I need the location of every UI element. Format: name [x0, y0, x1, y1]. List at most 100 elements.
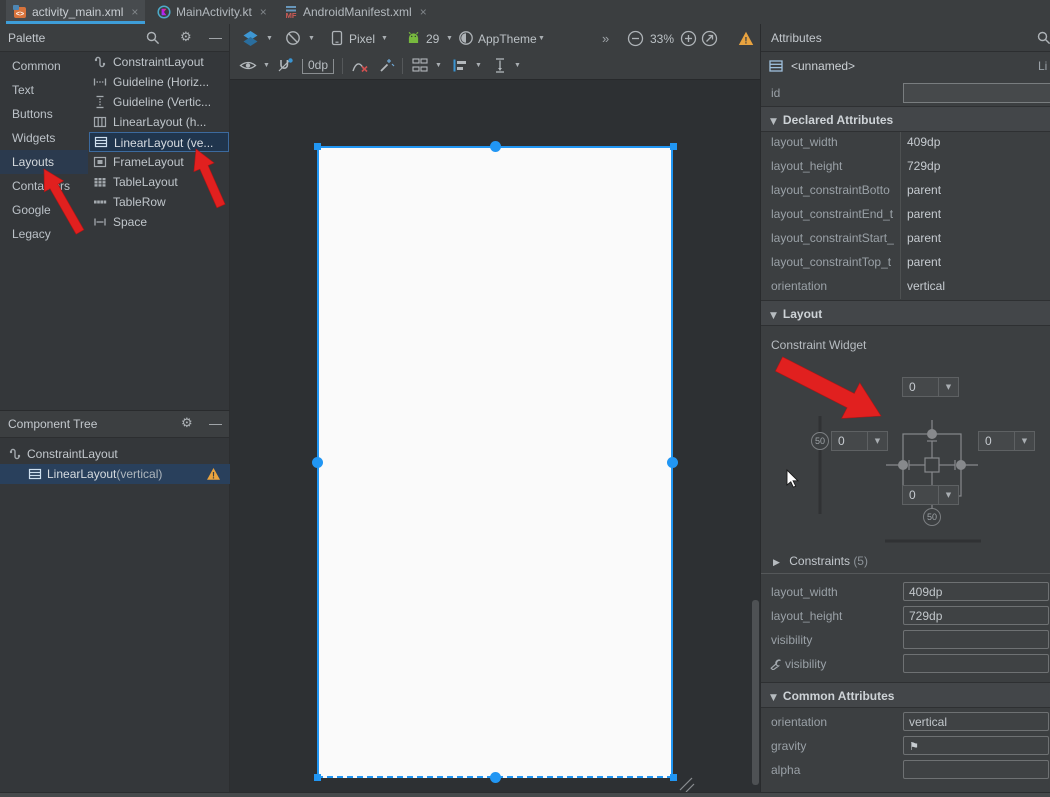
tab-close-icon[interactable]: × — [260, 5, 267, 19]
palette-item-tablerow[interactable]: TableRow — [89, 192, 229, 212]
visibility-field[interactable] — [903, 630, 1049, 649]
palette-item-constraintlayout[interactable]: ConstraintLayout — [89, 52, 229, 72]
palette-item-guideline-horizontal[interactable]: Guideline (Horiz... — [89, 72, 229, 92]
attribute-name: layout_constraintStart_ — [771, 226, 898, 250]
attribute-value[interactable]: parent — [907, 178, 941, 202]
linearlayout-vertical-icon — [94, 135, 108, 149]
palette-category-google[interactable]: Google — [0, 198, 88, 222]
device-selector[interactable]: Pixel — [349, 32, 375, 46]
selection-handle[interactable] — [670, 143, 677, 150]
design-surface-selector-icon[interactable] — [242, 30, 259, 47]
palette-category-legacy[interactable]: Legacy — [0, 222, 88, 246]
attribute-value[interactable]: parent — [907, 226, 941, 250]
section-declared-attributes[interactable]: ▼Declared Attributes — [761, 106, 1050, 132]
horizontal-bias-slider[interactable]: 50 — [923, 508, 941, 526]
warning-icon[interactable]: ! — [206, 467, 221, 481]
margin-end-dropdown[interactable]: 0▼ — [978, 431, 1035, 451]
id-field[interactable] — [903, 83, 1050, 103]
gear-icon[interactable]: ⚙ — [180, 30, 192, 45]
orientation-field[interactable]: vertical — [903, 712, 1049, 731]
zoom-in-icon[interactable] — [680, 30, 697, 47]
margin-bottom-dropdown[interactable]: 0▼ — [902, 485, 959, 505]
minimize-icon[interactable]: — — [209, 30, 222, 45]
alpha-field[interactable] — [903, 760, 1049, 779]
pack-icon[interactable] — [412, 58, 428, 73]
constraint-anchor-top[interactable] — [490, 141, 501, 152]
chevron-down-icon[interactable]: ▼ — [266, 35, 273, 42]
selection-handle[interactable] — [314, 143, 321, 150]
gear-icon[interactable]: ⚙ — [181, 416, 193, 431]
clear-constraints-icon[interactable] — [351, 58, 369, 74]
zoom-to-fit-icon[interactable] — [701, 30, 718, 47]
toolbar-overflow-chevrons[interactable]: » — [602, 31, 609, 46]
chevron-down-icon[interactable]: ▼ — [381, 35, 388, 42]
tree-item-linearlayout-vertical[interactable]: LinearLayout(vertical) ! — [0, 464, 230, 484]
selection-handle[interactable] — [314, 774, 321, 781]
autoconnect-off-magnet-icon[interactable] — [276, 57, 294, 75]
tab-activity-main-xml[interactable]: <> activity_main.xml × — [6, 0, 145, 24]
palette-category-text[interactable]: Text — [0, 78, 88, 102]
palette-item-guideline-vertical[interactable]: Guideline (Vertic... — [89, 92, 229, 112]
constraint-anchor-bottom[interactable] — [490, 772, 501, 783]
warnings-icon[interactable]: ! — [738, 31, 754, 46]
id-row: id — [761, 79, 1050, 106]
layout-width-field[interactable]: 409dp — [903, 582, 1049, 601]
margin-top-dropdown[interactable]: 0▼ — [902, 377, 959, 397]
chevron-down-icon[interactable]: ▼ — [263, 62, 270, 69]
palette-category-layouts[interactable]: Layouts — [0, 150, 88, 174]
palette-item-tablelayout[interactable]: TableLayout — [89, 172, 229, 192]
constraint-widget[interactable] — [761, 300, 1050, 560]
section-constraints[interactable]: ▶ Constraints (5) — [761, 548, 1050, 574]
api-level-selector[interactable]: 29 — [426, 32, 439, 46]
attribute-row: alpha — [761, 758, 1050, 782]
palette-category-containers[interactable]: Containers — [0, 174, 88, 198]
default-margin-button[interactable]: 0dp — [302, 59, 334, 74]
palette-item-space[interactable]: Space — [89, 212, 229, 232]
zoom-out-icon[interactable] — [627, 30, 644, 47]
orientation-selector-icon[interactable] — [285, 30, 301, 46]
align-icon[interactable] — [452, 58, 468, 73]
infer-constraints-wand-icon[interactable] — [378, 57, 395, 74]
palette-item-linearlayout-horizontal[interactable]: LinearLayout (h... — [89, 112, 229, 132]
flag-icon[interactable]: ⚑ — [909, 740, 919, 753]
constraint-anchor-start[interactable] — [312, 457, 323, 468]
attribute-name: layout_width — [771, 130, 898, 154]
device-canvas-linearlayout[interactable] — [317, 146, 673, 778]
tab-close-icon[interactable]: × — [420, 5, 427, 19]
chevron-down-icon[interactable]: ▼ — [308, 35, 315, 42]
chevron-down-icon[interactable]: ▼ — [538, 35, 545, 42]
distribute-icon[interactable] — [493, 57, 507, 74]
section-common-attributes[interactable]: ▼Common Attributes — [761, 682, 1050, 708]
palette-item-linearlayout-vertical[interactable]: LinearLayout (ve... — [89, 132, 229, 152]
chevron-down-icon[interactable]: ▼ — [475, 62, 482, 69]
search-icon[interactable] — [1037, 31, 1050, 45]
palette-category-common[interactable]: Common — [0, 54, 88, 78]
search-icon[interactable] — [146, 31, 160, 45]
tree-item-constraintlayout[interactable]: ConstraintLayout — [0, 444, 230, 464]
constraint-anchor-end[interactable] — [667, 457, 678, 468]
view-options-eye-icon[interactable] — [239, 58, 257, 73]
tools-visibility-field[interactable] — [903, 654, 1049, 673]
margin-start-dropdown[interactable]: 0▼ — [831, 431, 888, 451]
vertical-bias-slider[interactable]: 50 — [811, 432, 829, 450]
chevron-down-icon[interactable]: ▼ — [446, 35, 453, 42]
tab-close-icon[interactable]: × — [131, 5, 138, 19]
gravity-field[interactable]: ⚑ — [903, 736, 1049, 755]
minimize-icon[interactable]: — — [209, 416, 222, 431]
palette-item-framelayout[interactable]: FrameLayout — [89, 152, 229, 172]
tab-mainactivity-kt[interactable]: MainActivity.kt × — [150, 0, 274, 24]
attribute-value[interactable]: vertical — [907, 274, 945, 298]
theme-selector[interactable]: AppTheme — [478, 32, 537, 46]
attribute-value[interactable]: 409dp — [907, 130, 940, 154]
chevron-down-icon[interactable]: ▼ — [514, 62, 521, 69]
attribute-value[interactable]: parent — [907, 250, 941, 274]
chevron-down-icon[interactable]: ▼ — [435, 62, 442, 69]
tab-androidmanifest-xml[interactable]: MF AndroidManifest.xml × — [277, 0, 434, 24]
attribute-value[interactable]: 729dp — [907, 154, 940, 178]
layout-height-field[interactable]: 729dp — [903, 606, 1049, 625]
surface-scrollbar[interactable] — [752, 600, 759, 785]
attribute-value[interactable]: parent — [907, 202, 941, 226]
palette-category-widgets[interactable]: Widgets — [0, 126, 88, 150]
tab-label: activity_main.xml — [32, 5, 123, 19]
palette-category-buttons[interactable]: Buttons — [0, 102, 88, 126]
